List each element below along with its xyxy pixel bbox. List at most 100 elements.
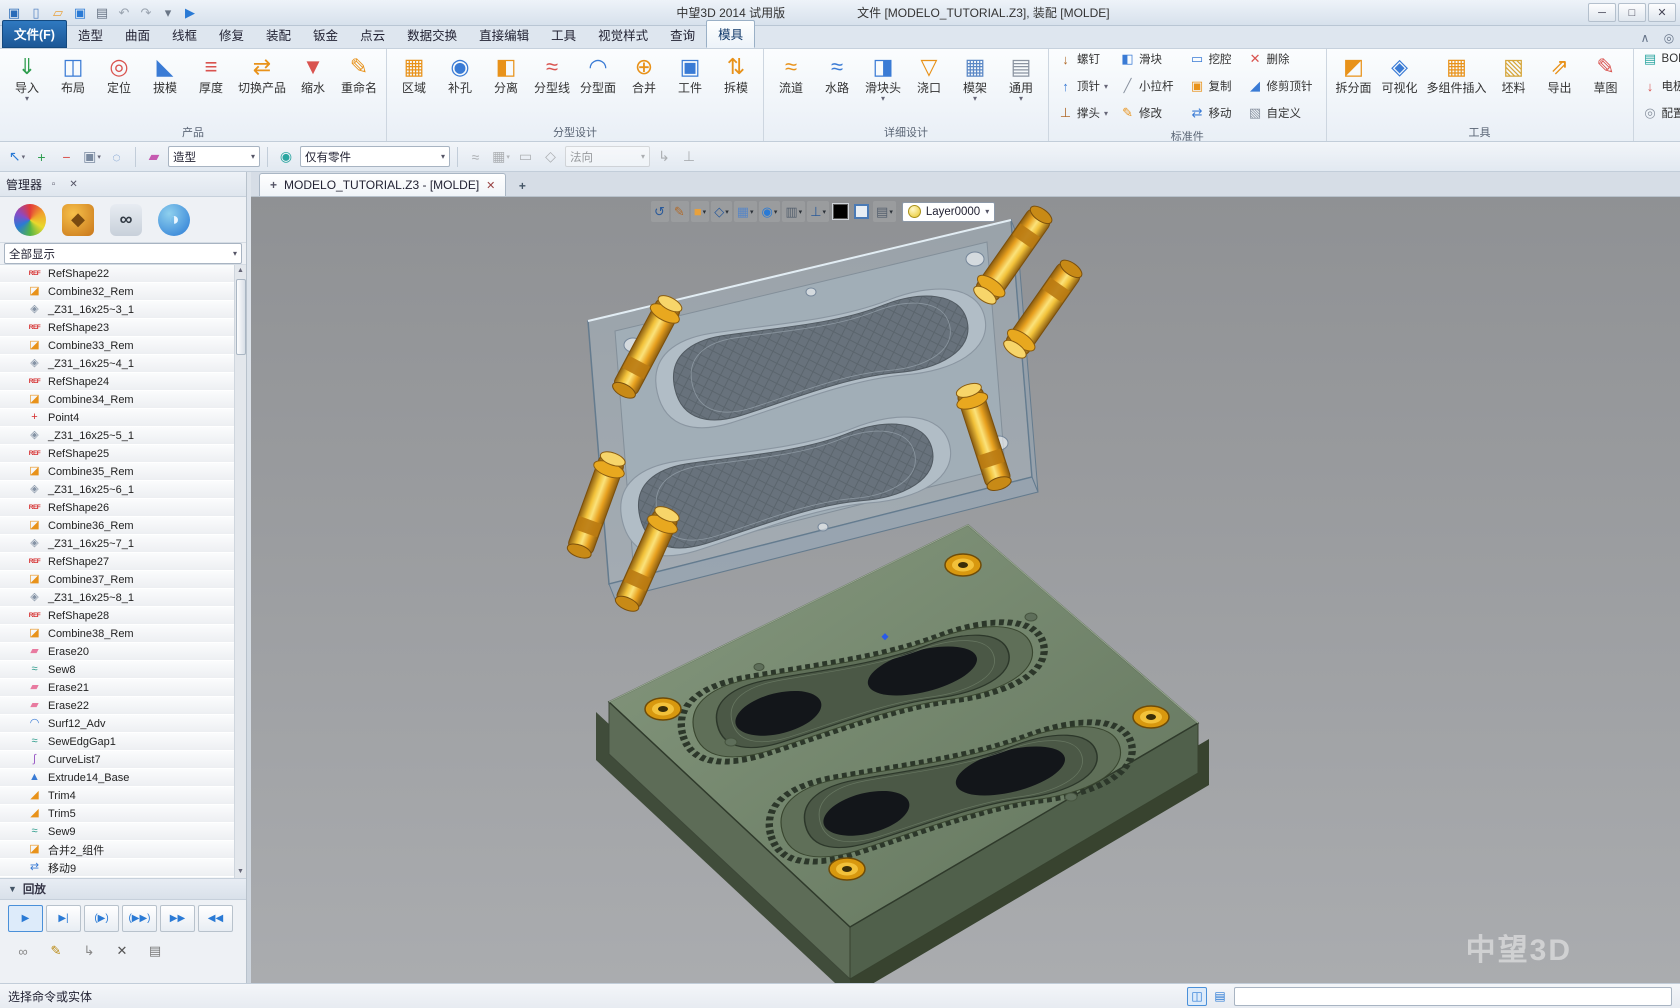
tree-item[interactable]: ◈ _Z31_16x25~8_1: [0, 589, 234, 607]
ribbon-tab[interactable]: 造型: [67, 22, 114, 48]
normal-direction-combo[interactable]: 法向▾: [565, 146, 650, 167]
tree-item[interactable]: ◈ _Z31_16x25~3_1: [0, 301, 234, 319]
tree-item[interactable]: ◪ Combine33_Rem: [0, 337, 234, 355]
view-manager-icon[interactable]: ◑: [158, 204, 190, 236]
tree-item[interactable]: REF RefShape22: [0, 265, 234, 283]
tree-item[interactable]: ◪ 合并2_组件: [0, 841, 234, 859]
tree-item[interactable]: ▰ Erase20: [0, 643, 234, 661]
ribbon-small-button[interactable]: ▣ 复制: [1186, 78, 1240, 94]
ribbon-button[interactable]: ◈ 可视化: [1378, 51, 1422, 104]
ribbon-small-button[interactable]: ✎ 修改: [1116, 105, 1182, 121]
tree-item[interactable]: ∫ CurveList7: [0, 751, 234, 769]
core-mold-block[interactable]: [596, 525, 1209, 983]
tree-item[interactable]: ▰ Erase21: [0, 679, 234, 697]
select-cursor-icon[interactable]: ↖▾: [6, 146, 28, 168]
tree-item[interactable]: ≈ Sew9: [0, 823, 234, 841]
3d-model-canvas[interactable]: [251, 197, 1680, 983]
selection-filter-toggle[interactable]: ◫: [1187, 987, 1207, 1006]
pin-panel-icon[interactable]: ▫: [45, 176, 62, 193]
ribbon-tab[interactable]: 曲面: [114, 22, 161, 48]
tree-item[interactable]: REF RefShape28: [0, 607, 234, 625]
ribbon-small-button[interactable]: ◧ 滑块: [1116, 51, 1182, 67]
wireframe-display-icon[interactable]: ◇▾: [711, 201, 732, 222]
close-tab-icon[interactable]: ✕: [486, 179, 495, 192]
layer-combo[interactable]: Layer0000 ▾: [902, 202, 995, 222]
ribbon-button[interactable]: ◫ 布局: [51, 51, 95, 104]
tree-item[interactable]: ≈ SewEdgGap1: [0, 733, 234, 751]
blank-style-icon[interactable]: ✎: [671, 201, 689, 222]
tree-scrollbar[interactable]: ▲ ▼: [234, 265, 246, 878]
ribbon-tab[interactable]: 查询: [659, 22, 706, 48]
ribbon-options-icon[interactable]: ◎: [1660, 31, 1678, 45]
rewind-button[interactable]: ◀◀: [198, 905, 233, 932]
tree-item[interactable]: ◈ _Z31_16x25~7_1: [0, 535, 234, 553]
remove-entity-icon[interactable]: −: [56, 146, 78, 168]
frame-pick-icon[interactable]: ◇: [540, 146, 562, 168]
ribbon-tab[interactable]: 装配: [255, 22, 302, 48]
ribbon-small-button[interactable]: ⊥ 撑头 ▾: [1054, 105, 1112, 121]
play-button[interactable]: ▶: [8, 905, 43, 932]
scroll-up-icon[interactable]: ▲: [237, 265, 244, 277]
cavity-plate-assembly[interactable]: [562, 201, 1087, 616]
ribbon-button[interactable]: ▽ 浇口: [907, 51, 951, 104]
ribbon-button[interactable]: ▤ 通用 ▾: [999, 51, 1043, 104]
play-range-button[interactable]: (▶▶): [122, 905, 157, 932]
ribbon-tab[interactable]: 线框: [161, 22, 208, 48]
ribbon-small-button[interactable]: ↑ 顶针 ▾: [1054, 78, 1112, 94]
tree-item[interactable]: ◈ _Z31_16x25~6_1: [0, 481, 234, 499]
tree-item[interactable]: ◪ Combine34_Rem: [0, 391, 234, 409]
collapse-ribbon-icon[interactable]: ∧: [1636, 31, 1654, 45]
ribbon-button[interactable]: ⊕ 合并: [622, 51, 666, 104]
shape-mode-combo[interactable]: 造型▾: [168, 146, 260, 167]
viewport[interactable]: ↺ ✎ ■▾ ◇▾: [251, 197, 1680, 983]
ribbon-button[interactable]: ▦ 模架 ▾: [953, 51, 997, 104]
tree-item[interactable]: ▲ Extrude14_Base: [0, 769, 234, 787]
ribbon-small-button[interactable]: ↓ 螺钉: [1054, 51, 1112, 67]
ribbon-small-button[interactable]: ↓ 电极 ▾: [1639, 78, 1680, 94]
close-button[interactable]: ✕: [1648, 3, 1676, 22]
part-filter-combo[interactable]: 仅有零件▾: [300, 146, 450, 167]
ribbon-button[interactable]: ⇅ 拆模: [714, 51, 758, 104]
tree-item[interactable]: ◪ Combine37_Rem: [0, 571, 234, 589]
minimize-button[interactable]: ─: [1588, 3, 1616, 22]
ribbon-small-button[interactable]: ▧ 自定义: [1244, 105, 1321, 121]
ribbon-button[interactable]: ≈ 水路: [815, 51, 859, 104]
align-view-icon[interactable]: ⊥▾: [807, 201, 829, 222]
grid-snap-icon[interactable]: ▦▾: [490, 146, 512, 168]
playback-header[interactable]: ▼ 回放: [0, 878, 246, 900]
scroll-down-icon[interactable]: ▼: [237, 866, 244, 878]
ribbon-small-button[interactable]: ▭ 挖腔: [1186, 51, 1240, 67]
ribbon-tab[interactable]: 数据交换: [396, 22, 468, 48]
tree-item[interactable]: ▰ Erase22: [0, 697, 234, 715]
tree-item[interactable]: ◈ _Z31_16x25~4_1: [0, 355, 234, 373]
ribbon-small-button[interactable]: ▤ BOM: [1639, 51, 1680, 67]
tree-item[interactable]: REF RefShape24: [0, 373, 234, 391]
new-tab-button[interactable]: +: [512, 176, 532, 196]
tree-item[interactable]: REF RefShape23: [0, 319, 234, 337]
status-input[interactable]: [1234, 987, 1672, 1006]
tree-item[interactable]: ◪ Combine36_Rem: [0, 517, 234, 535]
tree-item[interactable]: ⇄ 移动9: [0, 859, 234, 877]
add-entity-icon[interactable]: +: [31, 146, 53, 168]
ribbon-button[interactable]: ◩ 拆分面: [1332, 51, 1376, 104]
ribbon-button[interactable]: ▦ 多组件插入: [1424, 51, 1490, 104]
tree-item[interactable]: ≈ Sew8: [0, 661, 234, 679]
ribbon-tab[interactable]: 工具: [540, 22, 587, 48]
play-from-button[interactable]: (▶): [84, 905, 119, 932]
ribbon-button[interactable]: ⇗ 导出: [1538, 51, 1582, 104]
reorder-button[interactable]: ↳: [74, 938, 104, 964]
ribbon-button[interactable]: ≡ 厚度: [189, 51, 233, 104]
tree-item[interactable]: ◪ Combine38_Rem: [0, 625, 234, 643]
ribbon-button[interactable]: ▣ 工件: [668, 51, 712, 104]
perpendicular-icon[interactable]: ⊥: [678, 146, 700, 168]
tree-item[interactable]: ◪ Combine32_Rem: [0, 283, 234, 301]
delete-button[interactable]: ✕: [107, 938, 137, 964]
play-to-next-button[interactable]: ▶|: [46, 905, 81, 932]
edit-button[interactable]: ✎: [41, 938, 71, 964]
display-manager-icon[interactable]: [14, 204, 46, 236]
ribbon-button[interactable]: ≈ 流道: [769, 51, 813, 104]
ribbon-tab[interactable]: 点云: [349, 22, 396, 48]
shaded-display-icon[interactable]: ■▾: [691, 201, 709, 222]
style-paint-icon[interactable]: ▰: [143, 146, 165, 168]
ribbon-tab[interactable]: 修复: [208, 22, 255, 48]
